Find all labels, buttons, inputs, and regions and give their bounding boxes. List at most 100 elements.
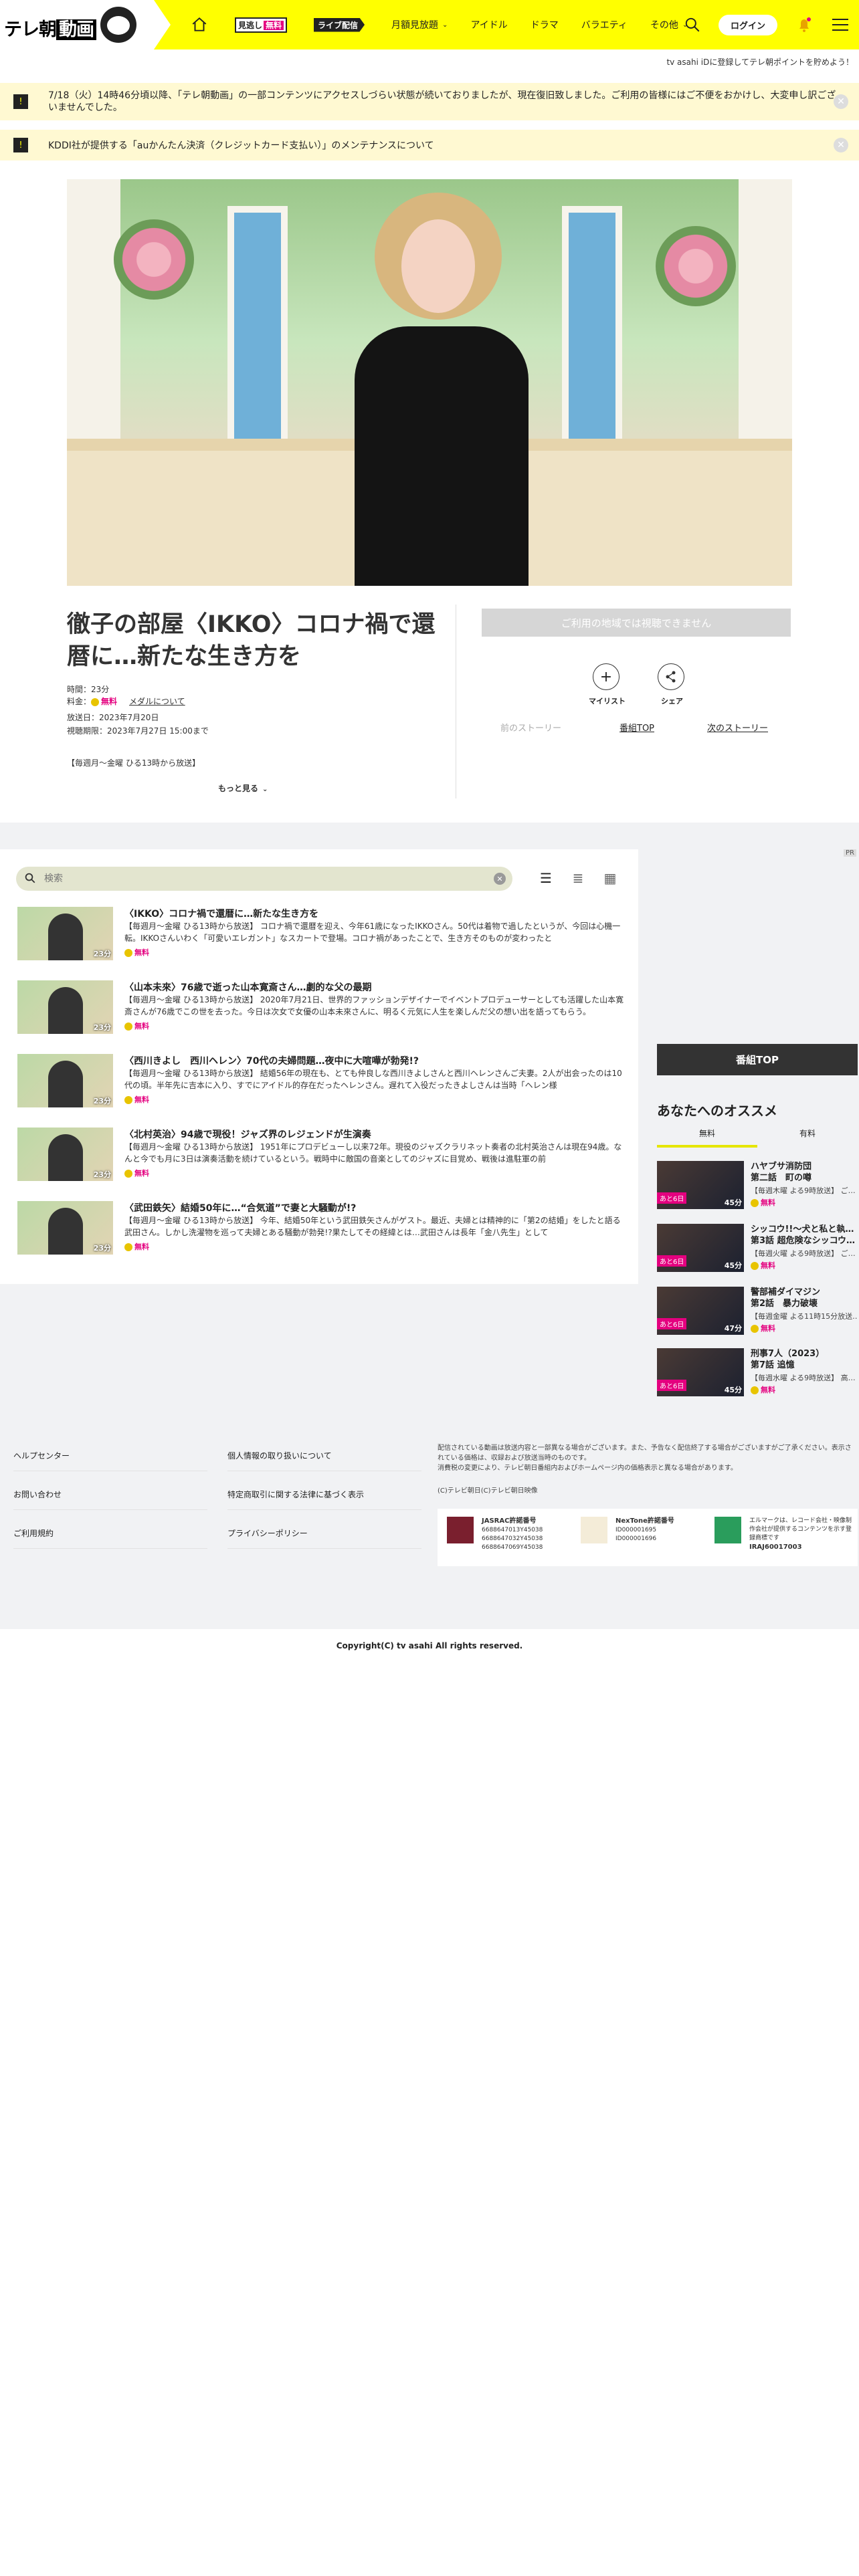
episode-thumbnail: 23分: [17, 1201, 113, 1255]
episode-thumbnail: 23分: [17, 1054, 113, 1107]
notice-text: KDDI社が提供する「auかんたん決済（クレジットカード支払い）」のメンテナンス…: [48, 140, 434, 151]
nextone-logo-icon: [581, 1517, 607, 1543]
notice-text: 7/18（火）14時46分頃以降、「テレ朝動画」の一部コンテンツにアクセスしづら…: [48, 90, 836, 113]
home-icon[interactable]: [191, 16, 208, 33]
mylist-label: マイリスト: [589, 697, 626, 706]
chevron-down-icon: ⌄: [442, 21, 448, 29]
nav-other[interactable]: その他 ⌄: [650, 18, 688, 31]
episode-item-desc: 【毎週月〜金曜 ひる13時から放送】 コロナ禍で還暦を迎え、今年61歳になったI…: [124, 922, 621, 943]
recommend-thumbnail: あと6日 45分: [657, 1348, 744, 1396]
free-badge: 無料: [751, 1197, 775, 1208]
nav-monthly[interactable]: 月額見放題 ⌄: [391, 18, 448, 31]
coin-icon: [91, 697, 100, 706]
recommend-title: 刑事7人（2023） 第7話 追憶: [751, 1349, 825, 1370]
recommend-sub: 【毎週火曜 よる9時放送】 ご…: [751, 1249, 856, 1258]
free-badge: 無料: [124, 1241, 149, 1252]
episode-item-desc: 【毎週月〜金曜 ひる13時から放送】 今年、結婚50年という武田鉄矢さんがゲスト…: [124, 1216, 621, 1237]
footer-link-contact[interactable]: お問い合わせ: [13, 1479, 207, 1510]
episode-item-title: 〈IKKO〉コロナ禍で還暦に…新たな生き方を: [124, 909, 319, 920]
clear-icon[interactable]: ✕: [494, 873, 506, 885]
notice-bar[interactable]: ! KDDI社が提供する「auかんたん決済（クレジットカード支払い）」のメンテナ…: [0, 130, 859, 160]
more-button[interactable]: もっと見る ⌄: [218, 782, 268, 794]
episode-list-item[interactable]: 23分 〈北村英治〉94歳で現役！ジャズ界のレジェンドが生演奏 【毎週月〜金曜 …: [17, 1128, 626, 1188]
episode-list-item[interactable]: 23分 〈西川きよし 西川ヘレン〉70代の夫婦問題…夜中に大喧嘩が勃発!? 【毎…: [17, 1054, 626, 1114]
nav-free-catchup[interactable]: 見逃し 無料: [235, 17, 291, 33]
free-badge: 無料: [124, 947, 149, 958]
footer-link-privacy-handling[interactable]: 個人情報の取り扱いについて: [227, 1440, 421, 1471]
episode-list-item[interactable]: 23分 〈IKKO〉コロナ禍で還暦に…新たな生き方を 【毎週月〜金曜 ひる13時…: [17, 907, 626, 967]
alert-icon: !: [13, 94, 28, 109]
episode-price: 料金： 無料 メダルについて: [67, 697, 185, 706]
share-button[interactable]: [658, 663, 684, 690]
site-header: テレ朝 動画 見逃し 無料 ライブ配信 月額見放題 ⌄ アイドル ドラマ バラエティ …: [0, 0, 859, 49]
nav-variety[interactable]: バラエティ: [581, 18, 628, 31]
footer-link-terms[interactable]: ご利用規約: [13, 1518, 207, 1549]
prev-story-link: 前のストーリー: [500, 724, 562, 734]
bell-icon[interactable]: [796, 16, 812, 33]
episode-item-desc: 【毎週月〜金曜 ひる13時から放送】 2020年7月21日、世界的ファッションデ…: [124, 995, 624, 1016]
episode-item-title: 〈武田鉄矢〉結婚50年に…“合気道”で妻と大騒動が!?: [124, 1203, 357, 1214]
episode-item-desc: 【毎週月〜金曜 ひる13時から放送】 1951年にプロデビューし以来72年。現役…: [124, 1142, 622, 1164]
recommend-item[interactable]: あと6日 45分 シッコウ!!〜犬と私と執… 第3話 超危険なシッコウ… 【毎週火曜…: [657, 1224, 858, 1277]
site-logo[interactable]: テレ朝 動画: [0, 0, 171, 49]
episode-item-desc: 【毎週月〜金曜 ひる13時から放送】 結婚56年の現在も、とても仲良しな西川きよ…: [124, 1069, 622, 1090]
recommend-item[interactable]: あと6日 45分 刑事7人（2023） 第7話 追憶 【毎週水曜 よる9時放送】 高…: [657, 1348, 858, 1402]
recommend-heading: あなたへのオススメ: [657, 1103, 777, 1119]
recommend-title: ハヤブサ消防団 第二話 町の噂: [751, 1162, 812, 1183]
footer-link-privacy-policy[interactable]: プライバシーポリシー: [227, 1518, 421, 1549]
footer-link-help[interactable]: ヘルプセンター: [13, 1440, 207, 1471]
search-icon[interactable]: [684, 16, 701, 33]
menu-icon[interactable]: [831, 17, 850, 33]
jasrac-cert: JASRAC許諾番号 6688647013Y45038 6688647032Y450…: [447, 1517, 574, 1552]
episode-item-title: 〈山本未來〉76歳で逝った山本寛斎さん…劇的な父の最期: [124, 982, 372, 993]
tab-underline: [657, 1145, 757, 1148]
episode-hero-image[interactable]: [67, 179, 792, 586]
close-icon[interactable]: ✕: [834, 138, 848, 152]
guest-face: [401, 219, 475, 313]
nav-drama[interactable]: ドラマ: [531, 18, 559, 31]
free-badge: 無料: [751, 1323, 775, 1333]
episode-duration: 時間：23分: [67, 685, 110, 694]
search-input[interactable]: [43, 873, 444, 885]
next-story-link[interactable]: 次のストーリー: [707, 721, 768, 734]
unavailable-button: ご利用の地域では視聴できません: [482, 609, 791, 637]
episode-list-item[interactable]: 23分 〈山本未來〉76歳で逝った山本寛斎さん…劇的な父の最期 【毎週月〜金曜 …: [17, 980, 626, 1041]
recommend-item[interactable]: あと6日 45分 ハヤブサ消防団 第二話 町の噂 【毎週木曜 よる9時放送】 ご… …: [657, 1161, 858, 1214]
recommend-title: 警部補ダイマジン 第2話 暴力破壊: [751, 1287, 821, 1309]
recommend-sub: 【毎週水曜 よる9時放送】 高…: [751, 1374, 856, 1382]
chevron-down-icon: ⌄: [262, 786, 268, 793]
episode-thumbnail: 23分: [17, 980, 113, 1034]
footer-note: 消費税の変更により、テレビ朝日番組内およびホームページ内の価格表示と異なる場合が…: [438, 1465, 737, 1472]
footer-link-commerce-law[interactable]: 特定商取引に関する法律に基づく表示: [227, 1479, 421, 1510]
medal-link[interactable]: メダルについて: [129, 697, 185, 706]
copyright: Copyright(C) tv asahi All rights reserve…: [336, 1641, 523, 1650]
nav-idol[interactable]: アイドル: [470, 18, 507, 31]
search-icon: [25, 873, 35, 883]
guest-body: [355, 326, 529, 586]
program-top-button[interactable]: 番組TOP: [657, 1044, 858, 1075]
episode-list-item[interactable]: 23分 〈武田鉄矢〉結婚50年に…“合気道”で妻と大騒動が!? 【毎週月〜金曜 …: [17, 1201, 626, 1261]
compact-view-icon[interactable]: ≣: [569, 869, 587, 887]
plus-icon: +: [599, 668, 613, 685]
episode-item-title: 〈西川きよし 西川ヘレン〉70代の夫婦問題…夜中に大喧嘩が勃発!?: [124, 1056, 419, 1067]
episode-thumbnail: 23分: [17, 1128, 113, 1181]
recommend-item[interactable]: あと6日 47分 警部補ダイマジン 第2話 暴力破壊 【毎週金曜 よる11時15分放…: [657, 1287, 858, 1340]
recommend-thumbnail: あと6日 47分: [657, 1287, 744, 1335]
episode-period: 視聴期限：2023年7月27日 15:00まで: [67, 726, 209, 736]
bg-window: [562, 206, 622, 447]
list-view-icon[interactable]: ☰: [537, 869, 555, 887]
program-top-link[interactable]: 番組TOP: [619, 721, 654, 734]
login-button[interactable]: ログイン: [718, 14, 777, 35]
nav-live[interactable]: ライブ配信: [314, 17, 369, 32]
tab-free[interactable]: 無料: [657, 1128, 757, 1139]
episode-thumbnail: 23分: [17, 907, 113, 960]
alert-icon: !: [13, 138, 28, 152]
episode-item-title: 〈北村英治〉94歳で現役！ジャズ界のレジェンドが生演奏: [124, 1130, 371, 1140]
notice-bar[interactable]: ! 7/18（火）14時46分頃以降、「テレ朝動画」の一部コンテンツにアクセスし…: [0, 83, 859, 120]
tab-paid[interactable]: 有料: [757, 1128, 858, 1139]
add-mylist-button[interactable]: +: [593, 663, 619, 690]
grid-view-icon[interactable]: ▦: [601, 869, 619, 887]
elmark-logo-icon: [714, 1517, 741, 1543]
id-promo-text[interactable]: tv asahi iDに登録してテレ朝ポイントを貯めよう！: [666, 56, 854, 68]
close-icon[interactable]: ✕: [834, 94, 848, 109]
